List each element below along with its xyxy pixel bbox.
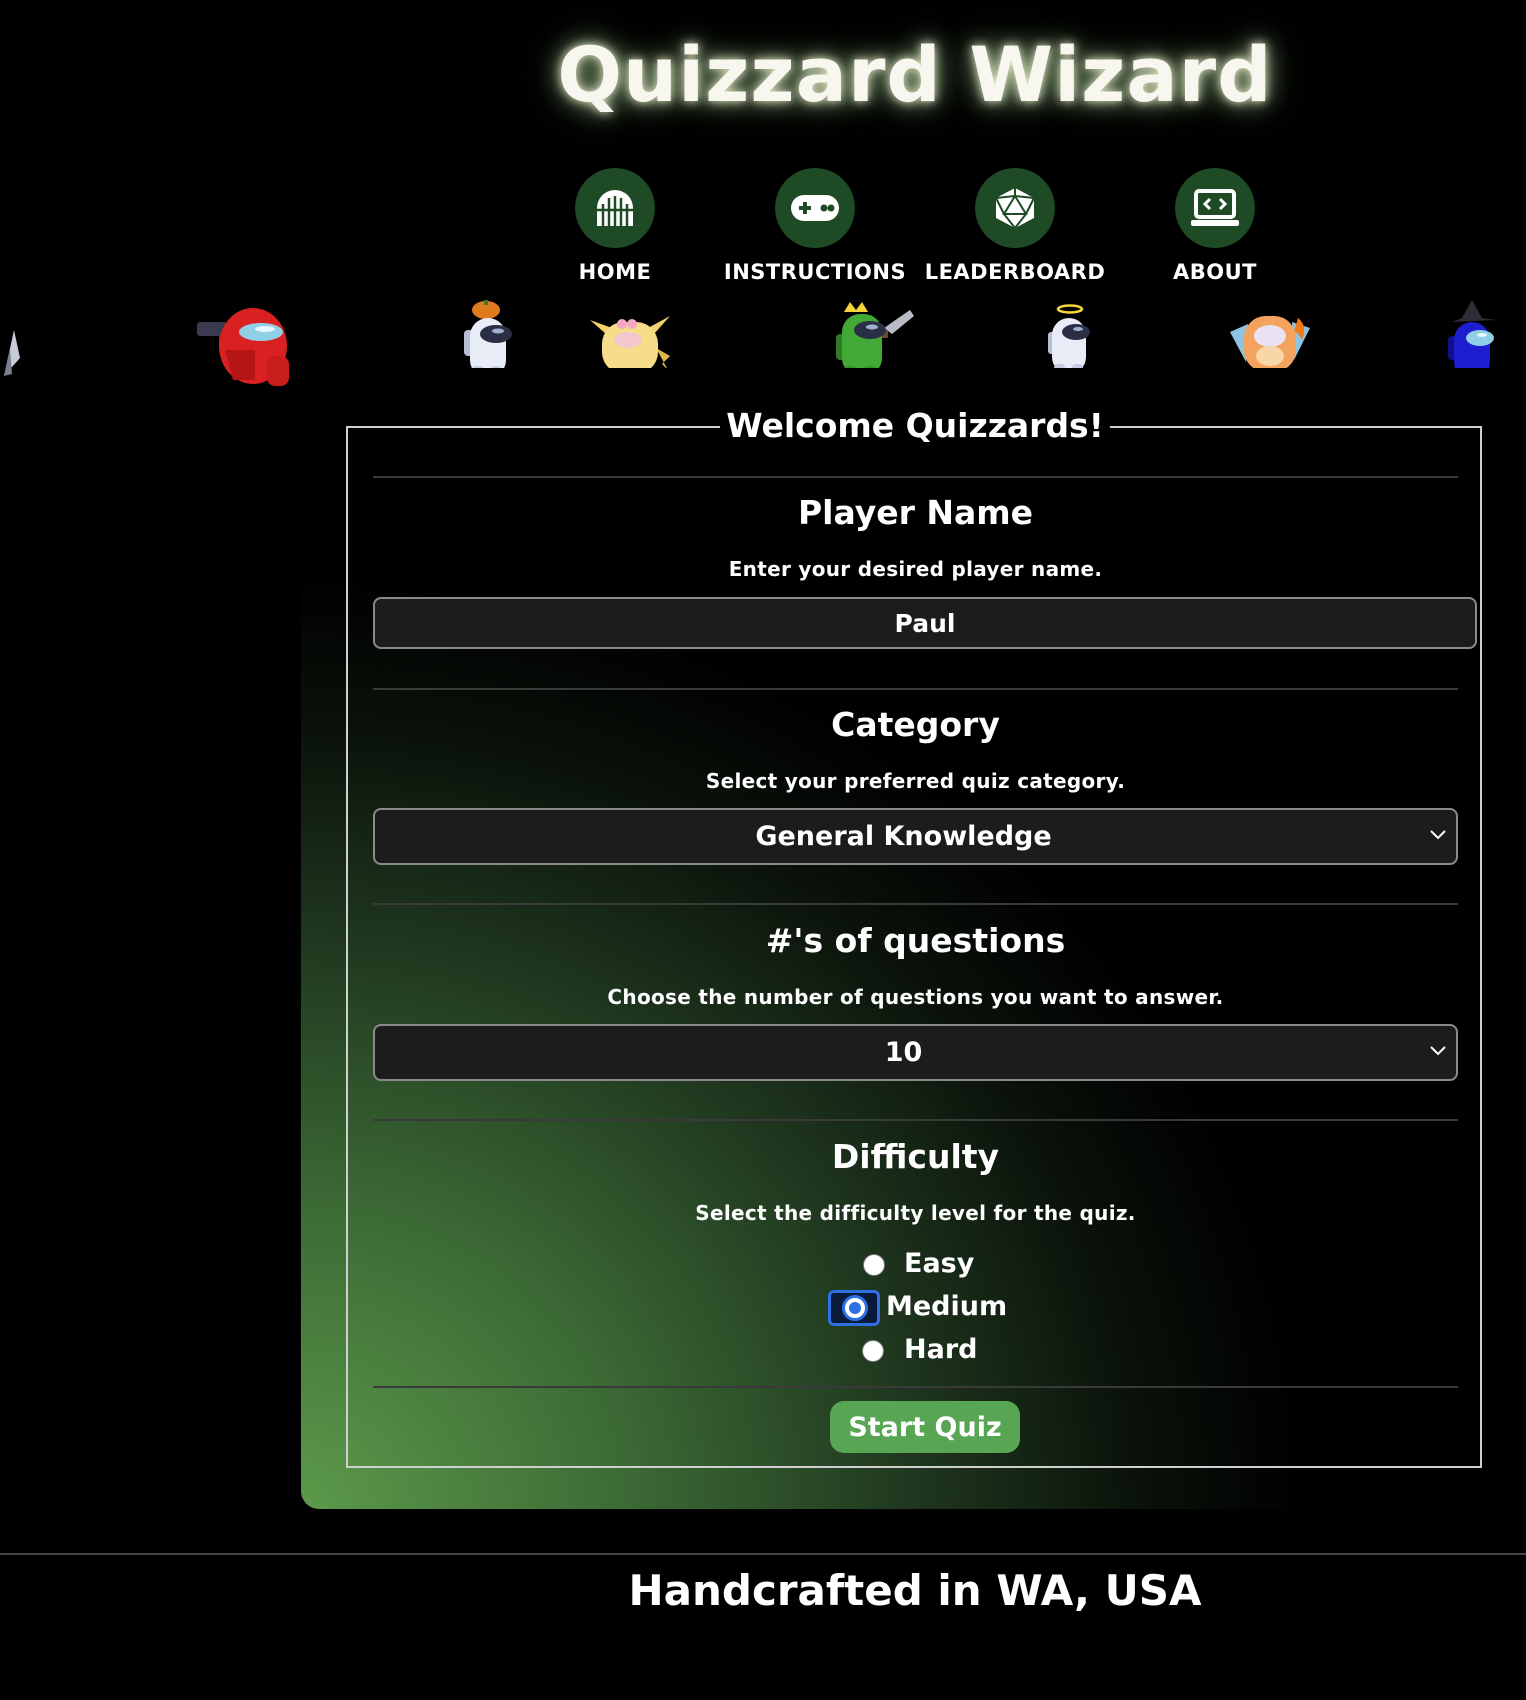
easy-radio[interactable] — [863, 1254, 885, 1276]
start-quiz-button[interactable]: Start Quiz — [830, 1401, 1020, 1453]
difficulty-option-easy[interactable]: Easy — [0, 1246, 1526, 1286]
gamepad-icon — [775, 168, 855, 248]
nav-item-about[interactable]: ABOUT — [1115, 168, 1315, 284]
difficulty-title: Difficulty — [831, 1137, 1000, 1176]
arch-door-icon — [575, 168, 655, 248]
chevron-down-icon — [1430, 1046, 1446, 1056]
medium-radio[interactable] — [842, 1295, 868, 1321]
laptop-code-icon — [1175, 168, 1255, 248]
hard-radio[interactable] — [862, 1340, 884, 1362]
category-description: Select your preferred quiz category. — [705, 769, 1126, 793]
section-divider — [373, 688, 1458, 690]
category-title: Category — [831, 705, 1000, 744]
section-divider — [373, 903, 1458, 905]
nav-label-instructions: INSTRUCTIONS — [723, 260, 907, 284]
footer-text: Handcrafted in WA, USA — [628, 1566, 1202, 1615]
difficulty-description: Select the difficulty level for the quiz… — [695, 1201, 1136, 1225]
nav-item-leaderboard[interactable]: LEADERBOARD — [915, 168, 1115, 284]
player-name-title: Player Name — [797, 493, 1034, 532]
medium-label[interactable]: Medium — [886, 1291, 1007, 1322]
site-title: Quizzard Wizard — [557, 30, 1273, 119]
footer-divider — [0, 1553, 1526, 1555]
red-crewmate-gun-sprite — [197, 308, 289, 386]
section-divider — [373, 476, 1458, 478]
player-name-input[interactable] — [373, 597, 1477, 649]
nav-label-home: HOME — [578, 260, 652, 284]
nav-item-home[interactable]: HOME — [515, 168, 715, 284]
easy-label[interactable]: Easy — [904, 1248, 974, 1279]
d20-dice-icon — [975, 168, 1055, 248]
difficulty-option-hard[interactable]: Hard — [0, 1332, 1526, 1372]
questions-title: #'s of questions — [765, 921, 1066, 960]
section-divider — [373, 1119, 1458, 1121]
nav-item-instructions[interactable]: INSTRUCTIONS — [715, 168, 915, 284]
main-nav: HOME INSTRUCTIONS LEADERBOARD ABOUT — [0, 168, 1526, 288]
difficulty-option-medium[interactable]: Medium — [0, 1289, 1526, 1329]
questions-description: Choose the number of questions you want … — [607, 985, 1224, 1009]
player-name-description: Enter your desired player name. — [728, 557, 1103, 581]
hard-label[interactable]: Hard — [904, 1334, 977, 1365]
questions-select[interactable]: 10 — [373, 1024, 1458, 1081]
section-divider — [373, 1386, 1458, 1388]
knife-crewmate-sprite — [4, 330, 20, 376]
nav-label-leaderboard: LEADERBOARD — [924, 260, 1106, 284]
category-select[interactable]: General Knowledge — [373, 808, 1458, 865]
category-selected-value: General Knowledge — [755, 821, 1052, 852]
charizard-crewmate-sprite — [1230, 316, 1310, 372]
nav-label-about: ABOUT — [1173, 260, 1257, 284]
questions-selected-value: 10 — [884, 1037, 923, 1068]
chevron-down-icon — [1430, 830, 1446, 840]
